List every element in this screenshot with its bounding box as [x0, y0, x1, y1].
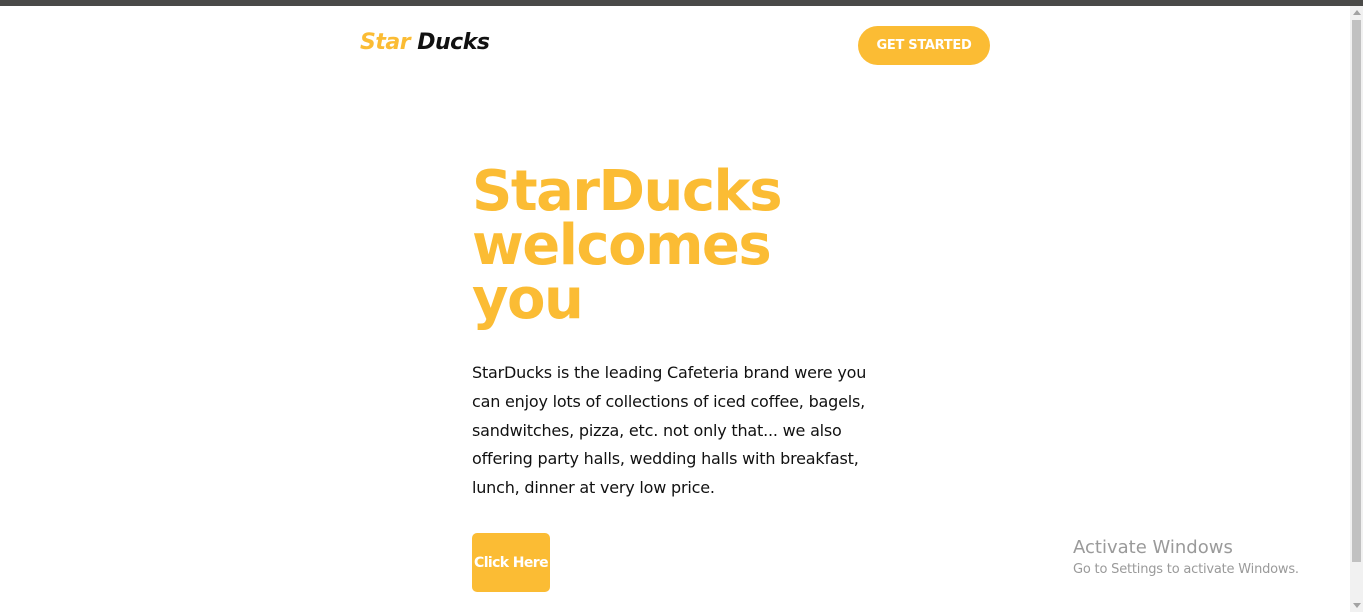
hero-description-line: lunch, dinner at very low price.: [472, 478, 715, 498]
hero-title-line: StarDucks: [472, 159, 783, 224]
scroll-up-arrow-icon[interactable]: [1353, 10, 1361, 15]
logo-star-text: Star: [360, 30, 411, 55]
activate-windows-watermark: Activate Windows Go to Settings to activ…: [1073, 537, 1299, 581]
watermark-title: Activate Windows: [1073, 537, 1233, 558]
hero-description-line: sandwitches, pizza, etc. not only that..…: [472, 420, 842, 440]
hero-description-line: offering party halls, wedding halls with…: [472, 449, 859, 469]
hero-description-line: can enjoy lots of collections of iced co…: [472, 391, 866, 411]
scrollbar-thumb[interactable]: [1352, 20, 1361, 562]
hero-title-line: welcomes: [472, 213, 772, 278]
scroll-down-arrow-icon[interactable]: [1353, 603, 1361, 608]
click-here-button[interactable]: Click Here: [472, 533, 550, 592]
hero-title: StarDucks welcomes you: [472, 159, 812, 332]
vertical-scrollbar[interactable]: [1350, 6, 1363, 612]
browser-top-bar: [0, 0, 1363, 6]
hero-description-line: StarDucks is the leading Cafeteria brand…: [472, 363, 867, 382]
hero-title-line: you: [472, 267, 584, 332]
logo-ducks-text: Ducks: [417, 30, 490, 55]
get-started-button[interactable]: GET STARTED: [858, 26, 990, 65]
watermark-subtitle: Go to Settings to activate Windows.: [1073, 562, 1299, 577]
site-logo[interactable]: Star Ducks: [360, 30, 490, 55]
hero-description: StarDucks is the leading Cafeteria brand…: [472, 359, 892, 503]
